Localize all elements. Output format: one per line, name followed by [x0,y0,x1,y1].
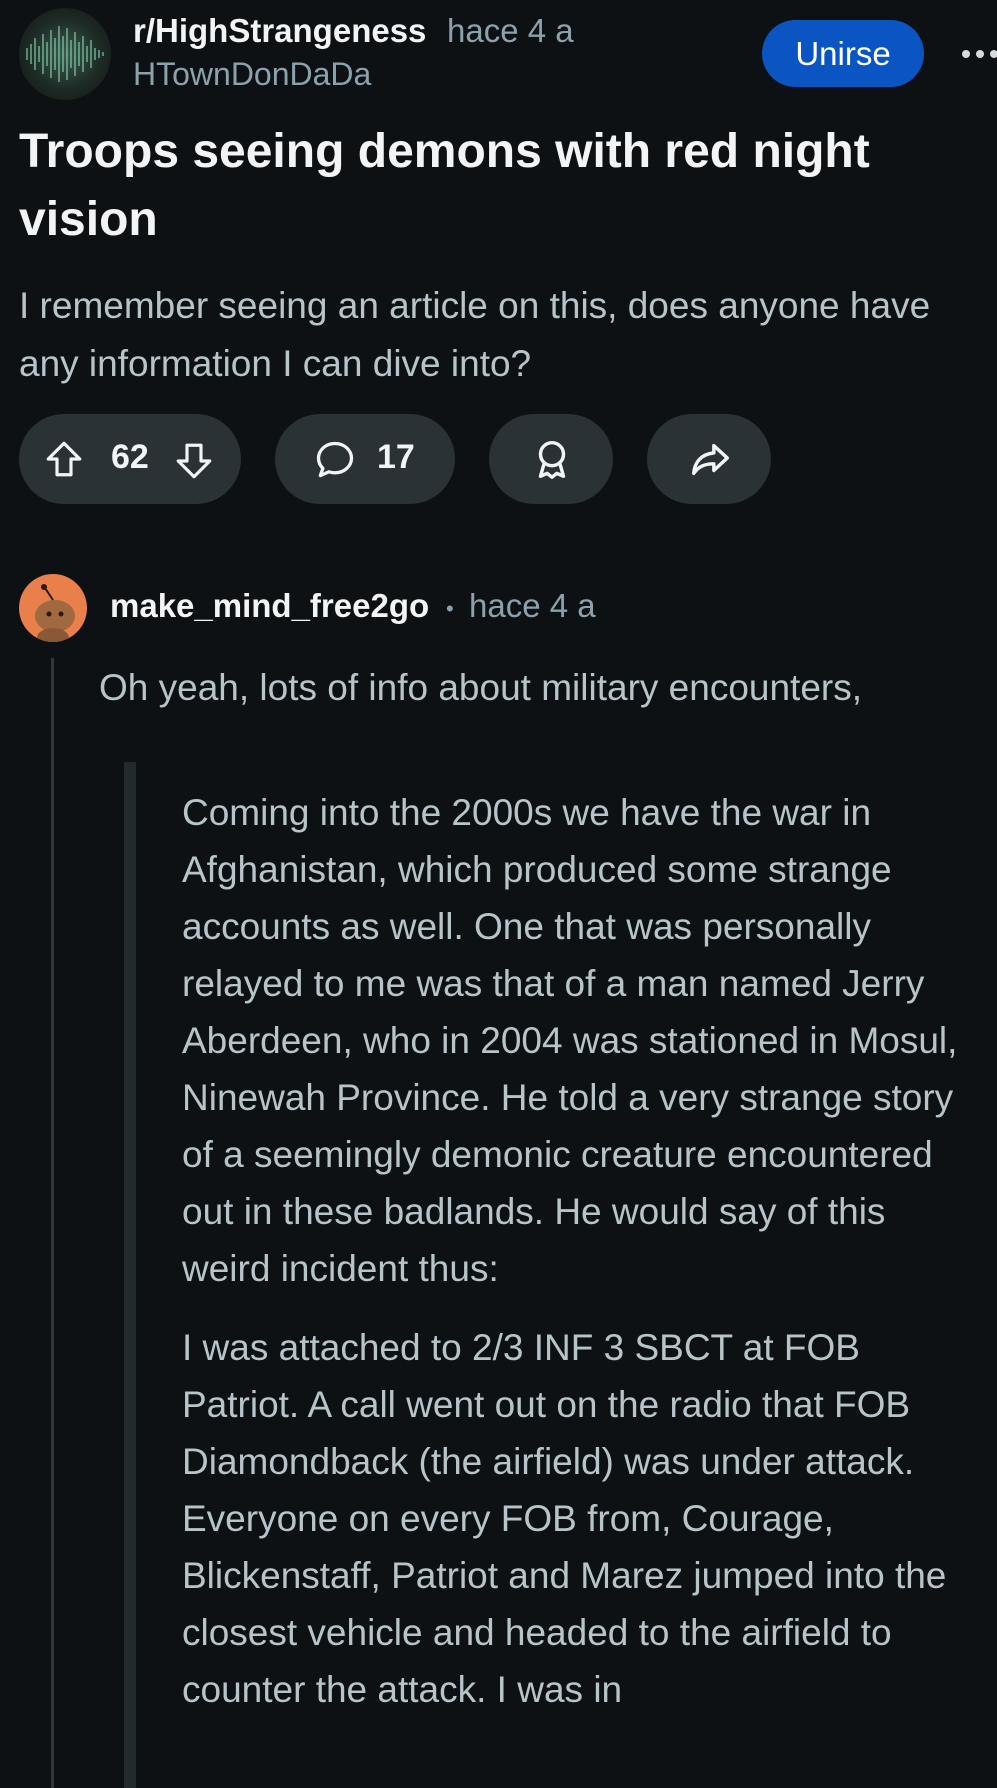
share-button[interactable] [647,414,771,504]
blockquote-bar [124,762,136,1788]
award-button[interactable] [489,414,613,504]
comment-thread-line[interactable] [51,658,54,1788]
post-body: I remember seeing an article on this, do… [19,285,931,384]
share-icon [691,443,729,476]
vote-pill: 62 [19,414,241,504]
post-time: hace 4 a [447,12,574,49]
upvote-icon[interactable] [43,438,85,480]
comment-count: 17 [377,438,415,476]
snoo-avatar-icon [35,584,75,642]
quote-paragraph: I was attached to 2/3 INF 3 SBCT at FOB … [182,1327,947,1710]
comment-username[interactable]: make_mind_free2go [110,587,429,625]
post-title[interactable]: Troops seeing demons with red night visi… [19,118,959,254]
downvote-icon[interactable] [173,440,215,482]
subreddit-avatar[interactable] [19,8,111,100]
comment-icon [316,441,354,478]
comments-button[interactable]: 17 [275,414,455,504]
more-options-icon[interactable] [960,30,997,70]
comment-blockquote: Coming into the 2000s we have the war in… [182,784,972,1718]
vote-count: 62 [111,438,149,476]
quote-paragraph: Coming into the 2000s we have the war in… [182,792,958,1289]
comment-time: hace 4 a [469,587,596,624]
subreddit-name[interactable]: r/HighStrangeness [133,12,426,50]
join-button[interactable]: Unirse [762,20,924,87]
post-header: r/HighStrangeness hace 4 a HTownDonDaDa … [0,0,997,110]
meta-separator: • [446,596,454,621]
award-icon [538,440,566,479]
post-author[interactable]: HTownDonDaDa [133,56,371,93]
comment-avatar[interactable] [19,574,87,642]
comment-text: Oh yeah, lots of info about military enc… [99,667,863,708]
waveform-icon [26,26,104,82]
